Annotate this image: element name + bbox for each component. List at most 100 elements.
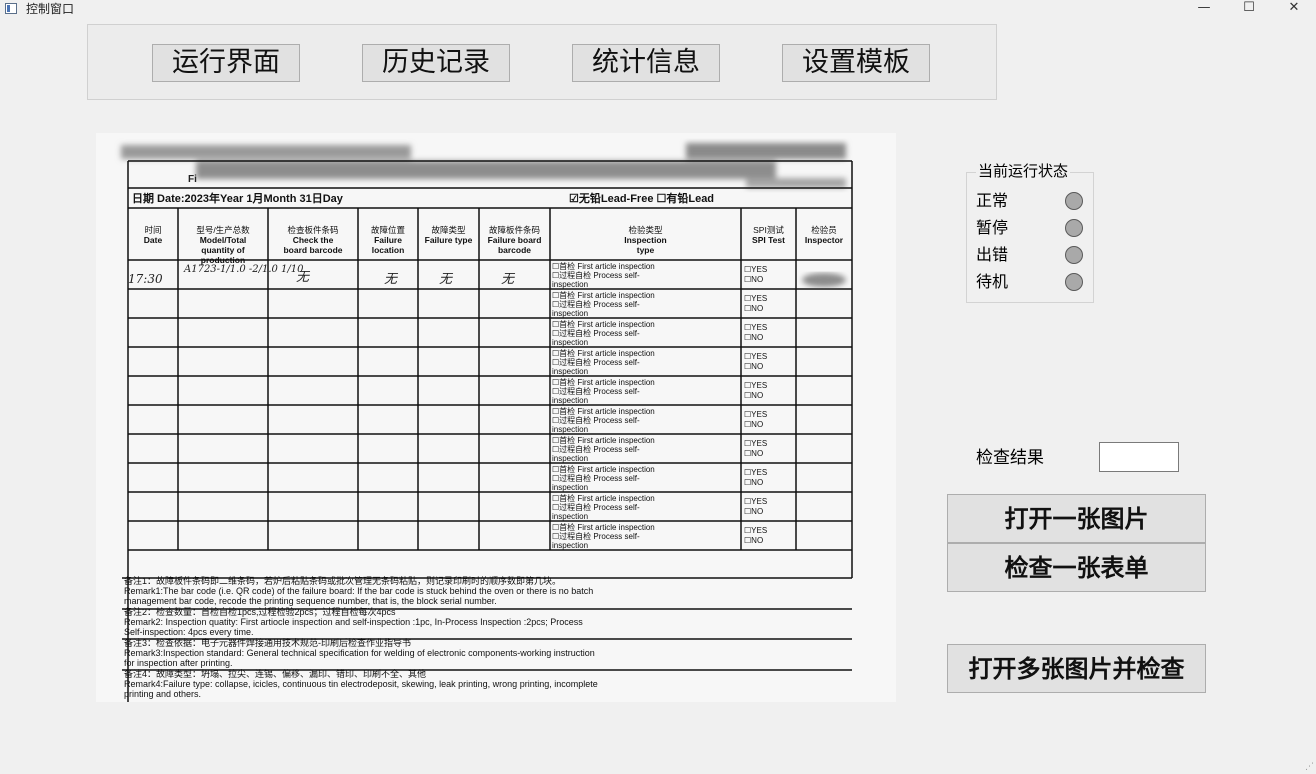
header-cn: 检验员 bbox=[811, 225, 837, 235]
inspection-continued: inspection bbox=[552, 280, 588, 289]
handwritten-type: 无 bbox=[439, 272, 454, 287]
header-cn: 故障位置 bbox=[371, 225, 406, 235]
spi-yes: ☐YES bbox=[744, 381, 767, 390]
form-remarks: 备注1：故障板件条码即二维条码，若炉后粘贴条码或批次管理无条码粘贴，则记录印刷时… bbox=[124, 575, 598, 699]
spi-no: ☐NO bbox=[744, 391, 763, 400]
lead-free-text: ☑无铅Lead-Free ☐有铅Lead bbox=[569, 191, 714, 205]
header-fragment: Fi bbox=[188, 174, 197, 185]
inspection-first-article: ☐首检 First article inspection bbox=[552, 493, 655, 503]
header-cn: SPI测试 bbox=[753, 225, 784, 235]
inspection-first-article: ☐首检 First article inspection bbox=[552, 348, 655, 358]
date-row-text: 日期 Date:2023年Year 1月Month 31日Day bbox=[132, 191, 344, 205]
header-en: Failure bbox=[374, 235, 402, 245]
spi-no: ☐NO bbox=[744, 362, 763, 371]
header-en: type bbox=[637, 245, 655, 255]
spi-no: ☐NO bbox=[744, 478, 763, 487]
inspection-first-article: ☐首检 First article inspection bbox=[552, 319, 655, 329]
remark-line: 备注3：检查依据：电子元器件焊接通用技术规范-印刷后检查作业指导书 bbox=[124, 637, 411, 648]
remark-line: Remark3:Inspection standard: General tec… bbox=[124, 648, 595, 658]
title-bar: 控制窗口 — ☐ ✕ bbox=[0, 0, 1316, 18]
inspection-process-self: ☐过程自检 Process self- bbox=[552, 444, 640, 454]
status-label-normal: 正常 bbox=[976, 191, 1009, 210]
remark-line: 备注4：故障类型：坍塌、拉尖、连锡、偏移、漏印、错印、印刷不全、其他 bbox=[124, 668, 426, 679]
inspection-continued: inspection bbox=[552, 541, 588, 550]
status-group-title: 当前运行状态 bbox=[976, 161, 1071, 181]
inspection-continued: inspection bbox=[552, 512, 588, 521]
check-form-button[interactable]: 检查一张表单 bbox=[947, 543, 1206, 592]
spi-yes: ☐YES bbox=[744, 410, 767, 419]
spi-no: ☐NO bbox=[744, 536, 763, 545]
spi-no: ☐NO bbox=[744, 449, 763, 458]
remark-line: Remark4:Failure type: collapse, icicles,… bbox=[124, 679, 598, 689]
scanned-inspection-form: Fi 日期 Date:2023年Year 1月Month 31日Day ☑无铅L… bbox=[121, 143, 853, 702]
status-indicator-error bbox=[1065, 246, 1083, 264]
inspection-first-article: ☐首检 First article inspection bbox=[552, 464, 655, 474]
status-label-error: 出错 bbox=[976, 245, 1009, 264]
header-en: SPI Test bbox=[752, 235, 785, 245]
resize-grip[interactable]: ⋰ bbox=[1305, 762, 1314, 772]
remark-line: for inspection after printing. bbox=[124, 658, 233, 668]
inspection-first-article: ☐首检 First article inspection bbox=[552, 406, 655, 416]
redacted-header bbox=[121, 143, 846, 188]
remark-line: Remark2: Inspection quatity: First artio… bbox=[124, 617, 583, 627]
inspection-process-self: ☐过程自检 Process self- bbox=[552, 502, 640, 512]
header-cn: 故障类型 bbox=[431, 225, 466, 235]
inspection-process-self: ☐过程自检 Process self- bbox=[552, 357, 640, 367]
status-label-standby: 待机 bbox=[976, 272, 1009, 291]
header-cn: 检查板件条码 bbox=[287, 225, 338, 235]
spi-yes: ☐YES bbox=[744, 352, 767, 361]
spi-yes: ☐YES bbox=[744, 497, 767, 506]
check-result-field bbox=[1099, 442, 1179, 472]
inspection-process-self: ☐过程自检 Process self- bbox=[552, 299, 640, 309]
header-en: Model/Total bbox=[200, 235, 247, 245]
header-cn: 检验类型 bbox=[628, 225, 663, 235]
inspection-process-self: ☐过程自检 Process self- bbox=[552, 270, 640, 280]
inspection-continued: inspection bbox=[552, 367, 588, 376]
check-result-label: 检查结果 bbox=[976, 448, 1044, 468]
history-button[interactable]: 历史记录 bbox=[362, 44, 510, 82]
inspection-process-self: ☐过程自检 Process self- bbox=[552, 415, 640, 425]
spi-yes: ☐YES bbox=[744, 526, 767, 535]
app-icon bbox=[5, 3, 17, 14]
template-settings-button[interactable]: 设置模板 bbox=[782, 44, 930, 82]
handwritten-time: 17:30 bbox=[128, 272, 163, 286]
remark-line: Self-inspection: 4pcs every time. bbox=[124, 627, 254, 637]
form-image-viewer: Fi 日期 Date:2023年Year 1月Month 31日Day ☑无铅L… bbox=[96, 133, 896, 702]
spi-no: ☐NO bbox=[744, 275, 763, 284]
close-button[interactable]: ✕ bbox=[1272, 0, 1316, 18]
inspection-first-article: ☐首检 First article inspection bbox=[552, 290, 655, 300]
handwritten-entries: 17:30 A1723-1/1.0 -2/1.0 1/10 无 无 无 无 bbox=[128, 264, 516, 287]
remark-line: Remark1:The bar code (i.e. QR code) of t… bbox=[124, 586, 593, 596]
window-title: 控制窗口 bbox=[26, 2, 75, 16]
header-cn: 型号/生产总数 bbox=[196, 225, 250, 235]
inspection-process-self: ☐过程自检 Process self- bbox=[552, 531, 640, 541]
handwritten-failure-barcode: 无 bbox=[501, 272, 516, 287]
remark-line: printing and others. bbox=[124, 689, 201, 699]
header-cn: 时间 bbox=[144, 225, 161, 235]
inspection-continued: inspection bbox=[552, 454, 588, 463]
inspection-continued: inspection bbox=[552, 396, 588, 405]
inspection-first-article: ☐首检 First article inspection bbox=[552, 522, 655, 532]
minimize-button[interactable]: — bbox=[1182, 0, 1226, 18]
inspection-continued: inspection bbox=[552, 309, 588, 318]
open-image-button[interactable]: 打开一张图片 bbox=[947, 494, 1206, 543]
run-view-button[interactable]: 运行界面 bbox=[152, 44, 300, 82]
inspection-first-article: ☐首检 First article inspection bbox=[552, 435, 655, 445]
statistics-button[interactable]: 统计信息 bbox=[572, 44, 720, 82]
header-en: Inspector bbox=[805, 235, 844, 245]
inspection-continued: inspection bbox=[552, 338, 588, 347]
header-en: board barcode bbox=[283, 245, 342, 255]
inspection-process-self: ☐过程自检 Process self- bbox=[552, 386, 640, 396]
inspection-process-self: ☐过程自检 Process self- bbox=[552, 473, 640, 483]
redacted-inspector bbox=[802, 273, 846, 287]
remark-line: management bar code, recode the printing… bbox=[124, 596, 497, 606]
spi-yes: ☐YES bbox=[744, 294, 767, 303]
maximize-button[interactable]: ☐ bbox=[1227, 0, 1271, 18]
open-multiple-and-check-button[interactable]: 打开多张图片并检查 bbox=[947, 644, 1206, 693]
inspection-first-article: ☐首检 First article inspection bbox=[552, 261, 655, 271]
header-cn: 故障板件条码 bbox=[489, 225, 540, 235]
inspection-continued: inspection bbox=[552, 425, 588, 434]
spi-yes: ☐YES bbox=[744, 468, 767, 477]
header-en: location bbox=[372, 245, 405, 255]
spi-no: ☐NO bbox=[744, 333, 763, 342]
